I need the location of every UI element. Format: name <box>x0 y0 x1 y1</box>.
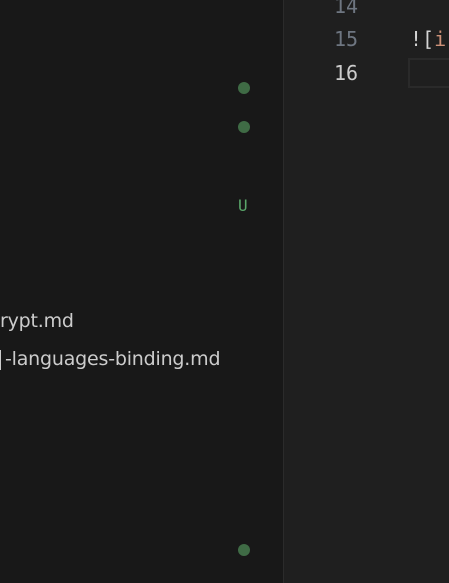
file-name-label: rypt.md <box>0 310 74 332</box>
code-token: ! <box>410 27 423 51</box>
code-token: i <box>434 27 447 51</box>
current-line-highlight <box>408 58 449 88</box>
line-number: 15 <box>334 27 359 51</box>
modified-indicator-dot <box>238 82 250 94</box>
modified-indicator-dot <box>238 544 250 556</box>
indent-guide <box>0 350 1 370</box>
file-item[interactable]: rypt.md <box>0 309 74 333</box>
file-name-label: -languages-binding.md <box>5 348 221 370</box>
code-line-15[interactable]: ![i <box>410 27 446 51</box>
modified-indicator-dot <box>238 121 250 133</box>
explorer-sidebar: U rypt.md -languages-binding.md <box>0 0 284 583</box>
untracked-badge: U <box>238 196 248 215</box>
file-item[interactable]: -languages-binding.md <box>5 347 221 371</box>
code-token: [ <box>422 27 435 51</box>
line-number: 14 <box>334 0 359 18</box>
editor-pane[interactable]: 14 15 16 ![i <box>284 0 449 583</box>
line-number-active: 16 <box>334 61 359 85</box>
